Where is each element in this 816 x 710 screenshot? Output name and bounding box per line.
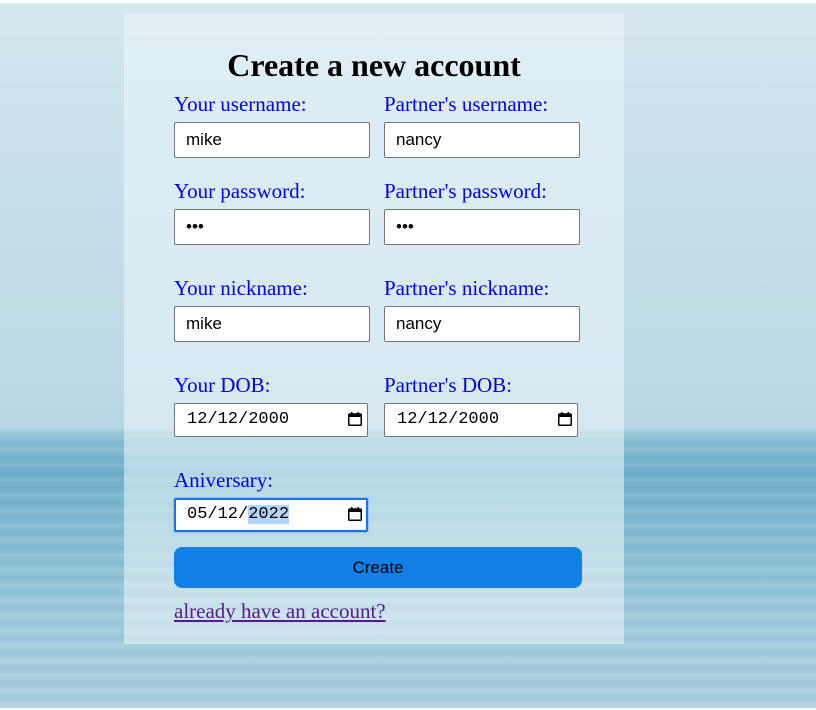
partner-username-input[interactable]: nancy — [384, 122, 580, 158]
partner-username-label: Partner's username: — [384, 92, 549, 116]
top-edge — [0, 0, 816, 3]
partner-dob-value: 12/12/2000 — [397, 410, 500, 429]
your-username-label: Your username: — [174, 92, 307, 116]
partner-password-input[interactable]: ••• — [384, 209, 580, 245]
anniversary-label: Aniversary: — [174, 468, 274, 492]
signup-form: Create a new account Your username: Part… — [124, 14, 624, 644]
your-dob-input[interactable]: 12/12/2000 — [174, 403, 368, 437]
page-title: Create a new account — [227, 47, 521, 83]
your-dob-value: 12/12/2000 — [187, 410, 290, 429]
partner-nickname-input[interactable]: nancy — [384, 306, 580, 342]
your-nickname-label: Your nickname: — [174, 276, 308, 300]
anniversary-input[interactable]: 05/12/2022 — [174, 498, 368, 532]
anniversary-year-selected: 2022 — [248, 505, 290, 524]
your-username-input[interactable]: mike — [174, 122, 370, 158]
partner-nickname-label: Partner's nickname: — [384, 276, 550, 300]
calendar-icon[interactable] — [348, 507, 362, 521]
your-password-label: Your password: — [174, 179, 306, 203]
your-dob-label: Your DOB: — [174, 373, 271, 397]
login-link[interactable]: already have an account? — [174, 599, 386, 623]
anniversary-month-day: 05/12/ — [187, 505, 249, 524]
your-password-input[interactable]: ••• — [174, 209, 370, 245]
partner-dob-label: Partner's DOB: — [384, 373, 513, 397]
calendar-icon[interactable] — [348, 412, 362, 426]
calendar-icon[interactable] — [558, 412, 572, 426]
your-nickname-input[interactable]: mike — [174, 306, 370, 342]
anniversary-value: 05/12/2022 — [187, 500, 290, 530]
partner-dob-input[interactable]: 12/12/2000 — [384, 403, 578, 437]
partner-password-label: Partner's password: — [384, 179, 548, 203]
create-button[interactable]: Create — [174, 547, 582, 588]
